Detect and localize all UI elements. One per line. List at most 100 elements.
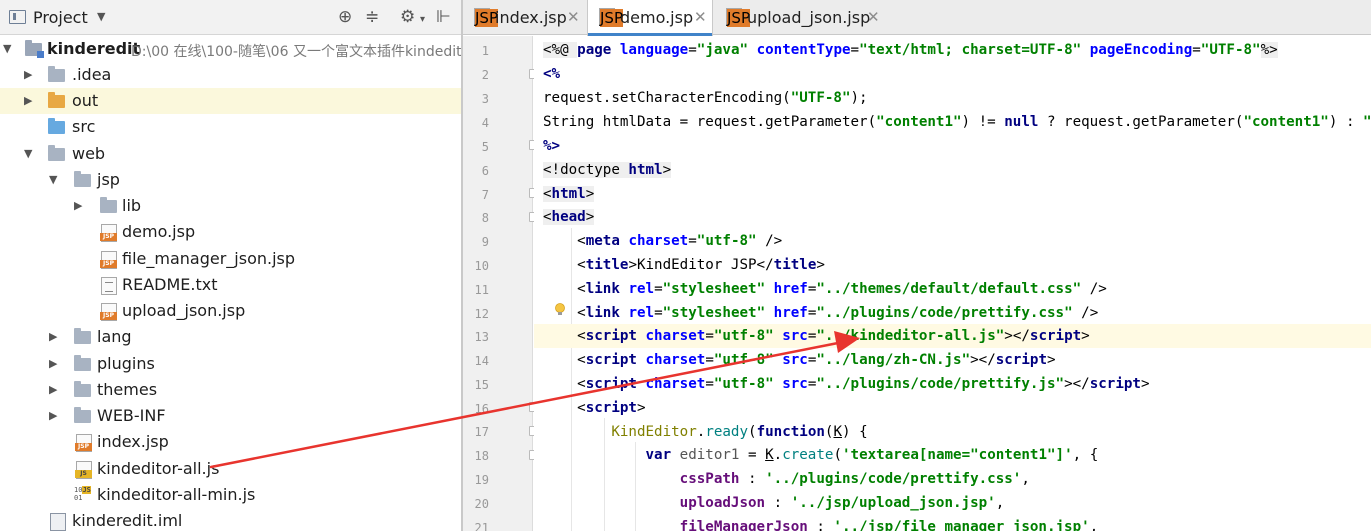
tree-item-label: README.txt [122,275,218,294]
line-number: 19 [474,473,489,487]
line-number: 3 [481,92,489,106]
locate-target-icon[interactable]: ⊕ [338,6,352,28]
code-line-4: String htmlData = request.getParameter("… [543,114,1371,130]
tab-upload-json-jsp[interactable]: JSP upload_json.jsp ✕ [715,0,887,35]
tab-label: upload_json.jsp [747,8,871,27]
tree-item-themes[interactable]: ▶ themes [0,377,461,403]
folder-icon [74,171,91,187]
line-number: 1 [481,44,489,58]
code-line-19: cssPath : '../plugins/code/prettify.css'… [679,471,1030,487]
close-icon[interactable]: ✕ [694,8,707,26]
tree-item-label: jsp [97,170,120,189]
code-line-18: var editor1 = K.create('textarea[name="c… [645,447,1099,463]
module-file-icon [50,513,66,531]
tree-item-kinderedit[interactable]: ▼ kinderedit D:\00 在线\100-随笔\06 又一个富文本插件… [0,36,461,62]
code-line-6: <!doctype html> [543,162,672,178]
close-icon[interactable]: ✕ [567,8,580,26]
tree-item-src[interactable]: src [0,114,461,140]
line-number: 17 [474,425,489,439]
tree-item-kindeditor-all-min-js[interactable]: 10JS 01 kindeditor-all-min.js [0,482,461,508]
folder-icon [74,381,91,397]
jsp-file-icon: JSP [75,434,92,452]
folder-icon [48,145,65,161]
chevron-right-icon[interactable]: ▶ [24,94,36,108]
tree-item-path: D:\00 在线\100-随笔\06 又一个富文本插件kindeditor [131,44,461,60]
folder-icon [74,355,91,371]
collapse-all-icon[interactable]: ≑ [365,6,379,28]
tab-index-jsp[interactable]: JSP index.jsp ✕ [463,0,585,35]
tree-item-lang[interactable]: ▶ lang [0,324,461,350]
code-line-15: <script charset="utf-8" src="../plugins/… [543,376,1150,392]
module-folder-icon [25,40,44,58]
line-number: 2 [481,68,489,82]
tree-item-kinderedit-iml[interactable]: kinderedit.iml [0,508,461,531]
chevron-right-icon[interactable]: ▶ [49,409,61,423]
project-title[interactable]: Project [33,8,88,27]
code-line-14: <script charset="utf-8" src="../lang/zh-… [543,352,1056,368]
jsp-file-icon: JSP [100,303,117,321]
code-line-9: <meta charset="utf-8" /> [543,233,783,249]
chevron-right-icon[interactable]: ▶ [49,383,61,397]
chevron-right-icon[interactable]: ▶ [49,357,61,371]
tree-item-label: kindeditor-all-min.js [97,485,256,504]
tree-item-label: web [72,144,106,163]
tree-item-readme-txt[interactable]: README.txt [0,272,461,298]
chevron-down-icon[interactable]: ▼ [3,42,15,56]
line-number: 14 [474,354,489,368]
tree-item-web-inf[interactable]: ▶ WEB-INF [0,403,461,429]
tab-demo-jsp[interactable]: JSP demo.jsp ✕ [587,0,713,36]
tree-item-jsp[interactable]: ▼ jsp [0,167,461,193]
tree-item-upload-json-jsp[interactable]: JSP upload_json.jsp [0,298,461,324]
js-file-icon: JS [75,461,92,479]
code-editor[interactable]: <%@ page language="java" contentType="te… [534,36,1371,531]
tree-item-idea[interactable]: ▶ .idea [0,62,461,88]
tree-item-plugins[interactable]: ▶ plugins [0,351,461,377]
folder-icon [100,197,117,213]
close-icon[interactable]: ✕ [867,8,880,26]
gear-icon[interactable]: ⚙ [400,6,415,28]
tree-item-web[interactable]: ▼ web [0,141,461,167]
tree-item-label: upload_json.jsp [122,301,246,320]
tree-item-index-jsp[interactable]: JSP index.jsp [0,429,461,455]
line-number: 18 [474,449,489,463]
line-number: 20 [474,497,489,511]
jsp-file-icon: JSP [599,8,623,27]
jsp-file-icon: JSP [100,251,117,269]
chevron-right-icon[interactable]: ▶ [49,330,61,344]
line-number: 6 [481,164,489,178]
tree-item-label: kindeditor-all.js [97,459,220,478]
project-panel: Project ▼ ⊕ ≑ ⚙ ▾ ⊩ ▼ kinderedit D:\00 在… [0,0,461,531]
source-folder-icon [48,118,65,134]
line-number: 7 [481,188,489,202]
tree-item-label: themes [97,380,158,399]
line-number: 21 [474,521,489,531]
code-line-17: KindEditor.ready(function(K) { [611,424,868,440]
code-line-3: request.setCharacterEncoding("UTF-8"); [543,90,868,106]
tree-item-out[interactable]: ▶ out [0,88,461,114]
tree-item-kindeditor-all-js[interactable]: JS kindeditor-all.js [0,456,461,482]
lightbulb-icon[interactable] [554,303,566,317]
tree-item-label: kinderedit [47,39,141,58]
tree-item-label: lang [97,327,132,346]
chevron-right-icon[interactable]: ▶ [74,199,86,213]
line-number: 9 [481,235,489,249]
chevron-right-icon[interactable]: ▶ [24,68,36,82]
editor-gutter[interactable]: 1 2 3 4 5 6 7 8 9 10 11 12 13 14 15 16 1… [463,36,539,531]
code-line-10: <title>KindEditor JSP</title> [543,257,825,273]
excluded-folder-icon [48,92,65,108]
tree-item-file-manager-json-jsp[interactable]: JSP file_manager_json.jsp [0,246,461,272]
line-number: 4 [481,116,489,130]
minified-js-icon: 10JS 01 [74,486,91,502]
chevron-down-icon[interactable]: ▼ [49,173,61,187]
line-number: 13 [474,330,489,344]
code-line-5: %> [543,138,561,154]
chevron-down-icon[interactable]: ▼ [24,147,36,161]
tree-item-demo-jsp[interactable]: JSP demo.jsp [0,219,461,245]
tree-item-label: .idea [72,65,112,84]
gear-dropdown-icon[interactable]: ▾ [420,9,425,31]
chevron-down-icon[interactable]: ▼ [97,10,105,23]
code-line-16: <script> [543,400,646,416]
tree-item-lib[interactable]: ▶ lib [0,193,461,219]
jsp-file-icon: JSP [726,8,750,27]
hide-panel-icon[interactable]: ⊩ [436,6,451,28]
